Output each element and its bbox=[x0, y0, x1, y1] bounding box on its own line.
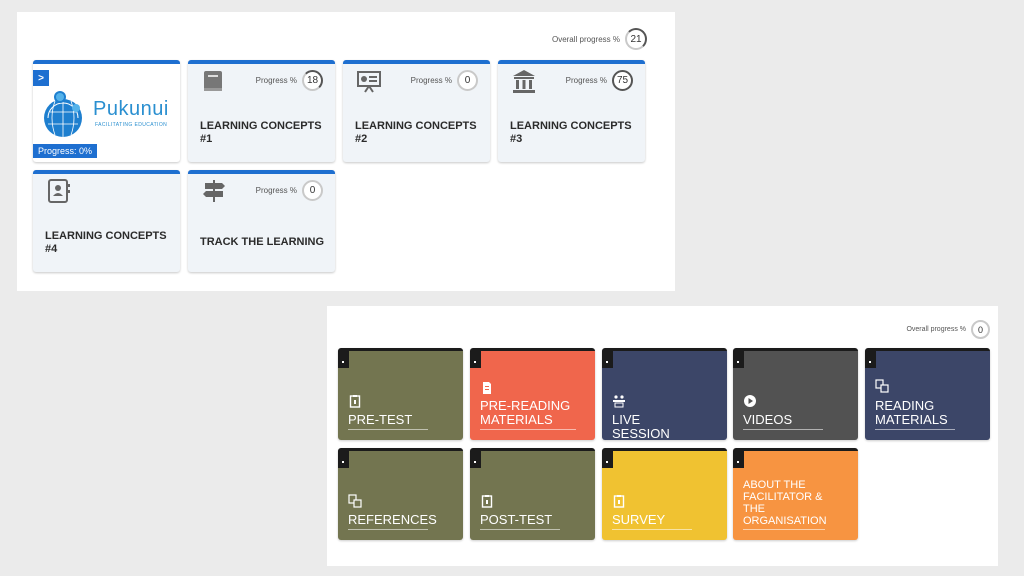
clipboard-icon bbox=[613, 495, 625, 508]
progress-label: Progress % bbox=[410, 76, 452, 85]
section-title: LEARNING CONCEPTS #2 bbox=[355, 120, 477, 145]
course-panel-bottom: Overall progress % 0 PRE-TEST PRE-READIN… bbox=[327, 306, 998, 566]
tile-flag bbox=[338, 351, 349, 368]
tile-flag bbox=[733, 351, 744, 368]
overall-progress-label: Overall progress % bbox=[551, 34, 620, 44]
section-title: TRACK THE LEARNING bbox=[200, 236, 325, 248]
tile-live-session[interactable]: LIVE SESSION bbox=[602, 348, 727, 440]
progress-label: Progress % bbox=[255, 186, 297, 195]
overall-progress: Overall progress % 21 bbox=[552, 28, 647, 50]
pages-icon bbox=[875, 379, 889, 393]
overall-progress: Overall progress % 0 bbox=[906, 320, 990, 339]
session-icon bbox=[613, 395, 625, 408]
clipboard-icon bbox=[481, 495, 493, 508]
clipboard-icon bbox=[349, 395, 361, 408]
tile-flag bbox=[733, 451, 744, 468]
course-panel-top: Overall progress % 21 > Pukunui FACILITA… bbox=[17, 12, 675, 291]
tile-label: REFERENCES bbox=[348, 513, 437, 530]
tile-about-the-facilitator[interactable]: ABOUT THE FACILITATOR & THE ORGANISATION bbox=[733, 448, 858, 540]
tile-videos[interactable]: VIDEOS bbox=[733, 348, 858, 440]
progress-label: Progress % bbox=[565, 76, 607, 85]
section-card-learning-concepts-1[interactable]: Progress % 18 LEARNING CONCEPTS #1 bbox=[188, 60, 335, 162]
tile-label: PRE-READING MATERIALS bbox=[480, 399, 576, 430]
section-progress: Progress % 18 bbox=[256, 70, 323, 91]
signpost-icon bbox=[203, 180, 225, 202]
progress-ring: 0 bbox=[302, 180, 323, 201]
overall-progress-ring: 0 bbox=[971, 320, 990, 339]
brand-tagline: FACILITATING EDUCATION bbox=[95, 122, 168, 128]
tile-label: POST-TEST bbox=[480, 513, 560, 530]
book-icon bbox=[204, 71, 222, 91]
course-logo-card[interactable]: > Pukunui FACILITATING EDUCATION Progres… bbox=[33, 60, 180, 162]
section-card-learning-concepts-4[interactable]: LEARNING CONCEPTS #4 bbox=[33, 170, 180, 272]
section-title: LEARNING CONCEPTS #3 bbox=[510, 120, 632, 145]
tile-pre-test[interactable]: PRE-TEST bbox=[338, 348, 463, 440]
section-progress: Progress % 0 bbox=[411, 70, 478, 91]
building-icon bbox=[513, 70, 535, 93]
tile-post-test[interactable]: POST-TEST bbox=[470, 448, 595, 540]
contact-book-icon bbox=[48, 179, 70, 203]
tile-flag bbox=[338, 451, 349, 468]
expand-arrow-button[interactable]: > bbox=[33, 70, 49, 86]
section-title: LEARNING CONCEPTS #1 bbox=[200, 120, 322, 145]
section-card-track-the-learning[interactable]: Progress % 0 TRACK THE LEARNING bbox=[188, 170, 335, 272]
tile-label: LIVE SESSION bbox=[612, 413, 692, 441]
pukunui-logo-icon bbox=[44, 91, 82, 137]
overall-progress-label: Overall progress % bbox=[906, 326, 966, 333]
section-card-learning-concepts-3[interactable]: Progress % 75 LEARNING CONCEPTS #3 bbox=[498, 60, 645, 162]
tile-label: VIDEOS bbox=[743, 413, 823, 430]
overall-progress-ring: 21 bbox=[625, 28, 647, 50]
tile-flag bbox=[865, 351, 876, 368]
tile-reading-materials[interactable]: READING MATERIALS bbox=[865, 348, 990, 440]
tile-flag bbox=[602, 351, 613, 368]
progress-ring: 18 bbox=[302, 70, 323, 91]
tile-label: READING MATERIALS bbox=[875, 399, 955, 430]
course-progress-badge: Progress: 0% bbox=[33, 144, 98, 158]
pages-icon bbox=[348, 494, 362, 508]
tile-label: ABOUT THE FACILITATOR & THE ORGANISATION bbox=[743, 479, 827, 530]
progress-ring: 0 bbox=[457, 70, 478, 91]
tile-flag bbox=[470, 451, 481, 468]
section-progress: Progress % 75 bbox=[566, 70, 633, 91]
brand-name: Pukunui bbox=[93, 98, 169, 120]
tile-survey[interactable]: SURVEY bbox=[602, 448, 727, 540]
section-title: LEARNING CONCEPTS #4 bbox=[45, 230, 167, 255]
section-progress: Progress % 0 bbox=[256, 180, 323, 201]
play-icon bbox=[744, 395, 756, 407]
tile-flag bbox=[602, 451, 613, 468]
tile-label: PRE-TEST bbox=[348, 413, 428, 430]
presentation-icon bbox=[357, 71, 381, 93]
progress-label: Progress % bbox=[255, 76, 297, 85]
document-icon bbox=[483, 382, 491, 394]
progress-ring: 75 bbox=[612, 70, 633, 91]
tile-label: SURVEY bbox=[612, 513, 692, 530]
tile-references[interactable]: REFERENCES bbox=[338, 448, 463, 540]
section-card-learning-concepts-2[interactable]: Progress % 0 LEARNING CONCEPTS #2 bbox=[343, 60, 490, 162]
tile-flag bbox=[470, 351, 481, 368]
tile-pre-reading-materials[interactable]: PRE-READING MATERIALS bbox=[470, 348, 595, 440]
